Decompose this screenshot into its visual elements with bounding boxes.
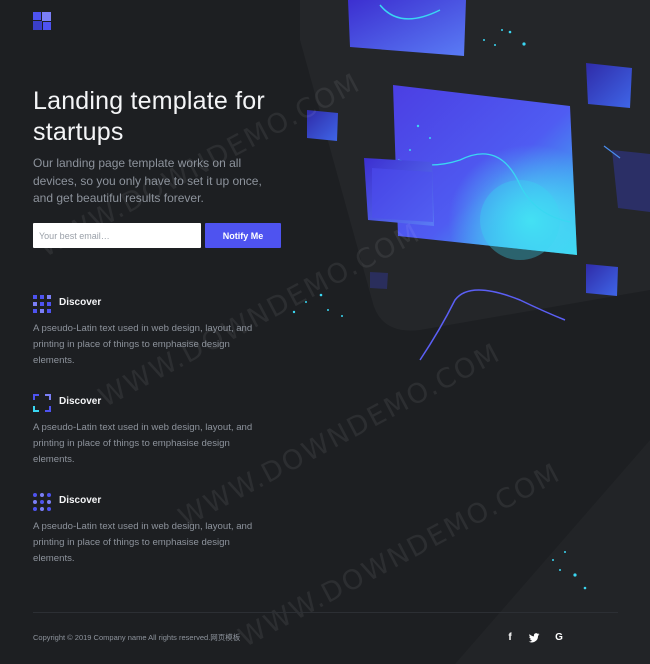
cube-right-mid (612, 150, 650, 212)
notify-me-button[interactable]: Notify Me (205, 223, 281, 248)
footer-divider (33, 612, 618, 613)
hero-paragraph: Our landing page template works on all d… (33, 156, 262, 205)
cube-top (348, 0, 466, 56)
logo-icon[interactable] (33, 12, 51, 30)
feature-text: A pseudo-Latin text used in web design, … (33, 323, 253, 366)
feature-title: Discover (59, 396, 102, 407)
focus-frame-icon (33, 394, 51, 412)
cube-right-bottom (586, 264, 618, 296)
twitter-icon[interactable] (527, 631, 541, 645)
feature-text: A pseudo-Latin text used in web design, … (33, 422, 253, 465)
google-icon[interactable]: G (552, 631, 566, 645)
hero-title: Landing template for startups (33, 87, 265, 146)
grid-dots-icon (33, 295, 51, 313)
email-input[interactable] (33, 223, 201, 248)
dots-matrix-icon (33, 493, 51, 511)
feature-title: Discover (59, 297, 102, 308)
feature-text: A pseudo-Latin text used in web design, … (33, 521, 253, 564)
facebook-icon[interactable]: f (503, 631, 517, 645)
copyright-text: Copyright © 2019 Company name All rights… (33, 633, 241, 642)
cube-right-top (586, 63, 632, 108)
feature-title: Discover (59, 495, 102, 506)
